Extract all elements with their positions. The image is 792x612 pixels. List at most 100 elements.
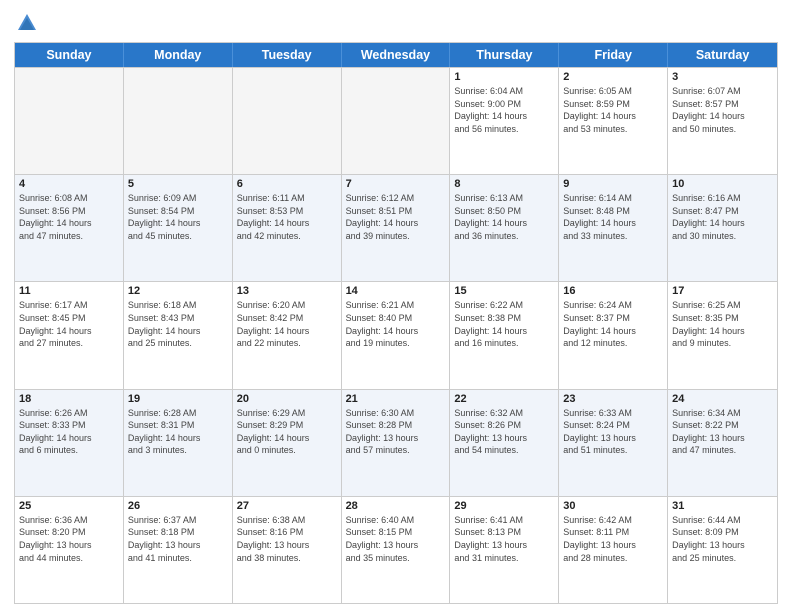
day-info: Sunrise: 6:21 AM Sunset: 8:40 PM Dayligh… [346,299,446,349]
day-number: 25 [19,500,119,512]
day-cell-5: 5 Sunrise: 6:09 AM Sunset: 8:54 PM Daylig… [124,175,233,281]
day-number: 4 [19,178,119,190]
day-info: Sunrise: 6:13 AM Sunset: 8:50 PM Dayligh… [454,192,554,242]
calendar-header: SundayMondayTuesdayWednesdayThursdayFrid… [15,43,777,67]
day-number: 5 [128,178,228,190]
day-number: 8 [454,178,554,190]
day-cell-17: 17 Sunrise: 6:25 AM Sunset: 8:35 PM Dayli… [668,282,777,388]
day-cell-20: 20 Sunrise: 6:29 AM Sunset: 8:29 PM Dayli… [233,390,342,496]
page: SundayMondayTuesdayWednesdayThursdayFrid… [0,0,792,612]
day-info: Sunrise: 6:34 AM Sunset: 8:22 PM Dayligh… [672,407,773,457]
day-cell-14: 14 Sunrise: 6:21 AM Sunset: 8:40 PM Dayli… [342,282,451,388]
day-number: 9 [563,178,663,190]
day-number: 10 [672,178,773,190]
day-info: Sunrise: 6:40 AM Sunset: 8:15 PM Dayligh… [346,514,446,564]
day-info: Sunrise: 6:33 AM Sunset: 8:24 PM Dayligh… [563,407,663,457]
header-day-sunday: Sunday [15,43,124,67]
day-cell-16: 16 Sunrise: 6:24 AM Sunset: 8:37 PM Dayli… [559,282,668,388]
day-cell-19: 19 Sunrise: 6:28 AM Sunset: 8:31 PM Dayli… [124,390,233,496]
day-cell-31: 31 Sunrise: 6:44 AM Sunset: 8:09 PM Dayli… [668,497,777,603]
day-cell-25: 25 Sunrise: 6:36 AM Sunset: 8:20 PM Dayli… [15,497,124,603]
day-cell-24: 24 Sunrise: 6:34 AM Sunset: 8:22 PM Dayli… [668,390,777,496]
day-number: 12 [128,285,228,297]
day-info: Sunrise: 6:24 AM Sunset: 8:37 PM Dayligh… [563,299,663,349]
day-cell-28: 28 Sunrise: 6:40 AM Sunset: 8:15 PM Dayli… [342,497,451,603]
header-day-tuesday: Tuesday [233,43,342,67]
day-number: 18 [19,393,119,405]
day-cell-6: 6 Sunrise: 6:11 AM Sunset: 8:53 PM Daylig… [233,175,342,281]
day-info: Sunrise: 6:44 AM Sunset: 8:09 PM Dayligh… [672,514,773,564]
day-cell-11: 11 Sunrise: 6:17 AM Sunset: 8:45 PM Dayli… [15,282,124,388]
day-info: Sunrise: 6:25 AM Sunset: 8:35 PM Dayligh… [672,299,773,349]
day-info: Sunrise: 6:32 AM Sunset: 8:26 PM Dayligh… [454,407,554,457]
calendar-row-4: 25 Sunrise: 6:36 AM Sunset: 8:20 PM Dayli… [15,496,777,603]
logo-icon [16,12,38,34]
day-cell-12: 12 Sunrise: 6:18 AM Sunset: 8:43 PM Dayli… [124,282,233,388]
day-number: 6 [237,178,337,190]
day-info: Sunrise: 6:29 AM Sunset: 8:29 PM Dayligh… [237,407,337,457]
empty-cell [342,68,451,174]
day-cell-26: 26Sunrise: 6:37 AM Sunset: 8:18 PM Dayli… [124,497,233,603]
day-cell-15: 15 Sunrise: 6:22 AM Sunset: 8:38 PM Dayli… [450,282,559,388]
day-info: Sunrise: 6:22 AM Sunset: 8:38 PM Dayligh… [454,299,554,349]
day-cell-27: 27 Sunrise: 6:38 AM Sunset: 8:16 PM Dayli… [233,497,342,603]
day-cell-10: 10 Sunrise: 6:16 AM Sunset: 8:47 PM Dayli… [668,175,777,281]
day-number: 28 [346,500,446,512]
day-info: Sunrise: 6:07 AM Sunset: 8:57 PM Dayligh… [672,85,773,135]
day-info: Sunrise: 6:16 AM Sunset: 8:47 PM Dayligh… [672,192,773,242]
day-number: 22 [454,393,554,405]
header-day-monday: Monday [124,43,233,67]
day-number: 7 [346,178,446,190]
day-info: Sunrise: 6:42 AM Sunset: 8:11 PM Dayligh… [563,514,663,564]
header-row [14,10,778,34]
calendar: SundayMondayTuesdayWednesdayThursdayFrid… [14,42,778,604]
empty-cell [233,68,342,174]
day-number: 19 [128,393,228,405]
calendar-row-3: 18Sunrise: 6:26 AM Sunset: 8:33 PM Dayli… [15,389,777,496]
calendar-row-0: 1Sunrise: 6:04 AM Sunset: 9:00 PM Daylig… [15,67,777,174]
header-day-wednesday: Wednesday [342,43,451,67]
header-day-saturday: Saturday [668,43,777,67]
day-info: Sunrise: 6:28 AM Sunset: 8:31 PM Dayligh… [128,407,228,457]
day-info: Sunrise: 6:20 AM Sunset: 8:42 PM Dayligh… [237,299,337,349]
day-number: 13 [237,285,337,297]
day-cell-23: 23 Sunrise: 6:33 AM Sunset: 8:24 PM Dayli… [559,390,668,496]
day-info: Sunrise: 6:36 AM Sunset: 8:20 PM Dayligh… [19,514,119,564]
day-cell-4: 4Sunrise: 6:08 AM Sunset: 8:56 PM Daylig… [15,175,124,281]
day-cell-3: 3 Sunrise: 6:07 AM Sunset: 8:57 PM Daylig… [668,68,777,174]
day-info: Sunrise: 6:41 AM Sunset: 8:13 PM Dayligh… [454,514,554,564]
day-number: 20 [237,393,337,405]
day-info: Sunrise: 6:38 AM Sunset: 8:16 PM Dayligh… [237,514,337,564]
day-cell-2: 2 Sunrise: 6:05 AM Sunset: 8:59 PM Daylig… [559,68,668,174]
day-info: Sunrise: 6:11 AM Sunset: 8:53 PM Dayligh… [237,192,337,242]
day-cell-7: 7Sunrise: 6:12 AM Sunset: 8:51 PM Daylig… [342,175,451,281]
day-info: Sunrise: 6:17 AM Sunset: 8:45 PM Dayligh… [19,299,119,349]
day-info: Sunrise: 6:09 AM Sunset: 8:54 PM Dayligh… [128,192,228,242]
day-number: 23 [563,393,663,405]
day-cell-9: 9Sunrise: 6:14 AM Sunset: 8:48 PM Daylig… [559,175,668,281]
day-info: Sunrise: 6:18 AM Sunset: 8:43 PM Dayligh… [128,299,228,349]
day-cell-18: 18Sunrise: 6:26 AM Sunset: 8:33 PM Dayli… [15,390,124,496]
day-number: 15 [454,285,554,297]
day-cell-22: 22 Sunrise: 6:32 AM Sunset: 8:26 PM Dayli… [450,390,559,496]
day-number: 11 [19,285,119,297]
day-number: 29 [454,500,554,512]
header-day-friday: Friday [559,43,668,67]
logo-block [14,14,38,34]
day-number: 27 [237,500,337,512]
day-number: 2 [563,71,663,83]
day-number: 21 [346,393,446,405]
day-cell-29: 29 Sunrise: 6:41 AM Sunset: 8:13 PM Dayli… [450,497,559,603]
day-number: 24 [672,393,773,405]
day-number: 30 [563,500,663,512]
day-number: 31 [672,500,773,512]
day-info: Sunrise: 6:30 AM Sunset: 8:28 PM Dayligh… [346,407,446,457]
day-number: 14 [346,285,446,297]
day-number: 17 [672,285,773,297]
day-number: 3 [672,71,773,83]
day-number: 16 [563,285,663,297]
logo [14,14,38,34]
day-info: Sunrise: 6:04 AM Sunset: 9:00 PM Dayligh… [454,85,554,135]
day-info: Sunrise: 6:05 AM Sunset: 8:59 PM Dayligh… [563,85,663,135]
calendar-row-2: 11 Sunrise: 6:17 AM Sunset: 8:45 PM Dayli… [15,281,777,388]
